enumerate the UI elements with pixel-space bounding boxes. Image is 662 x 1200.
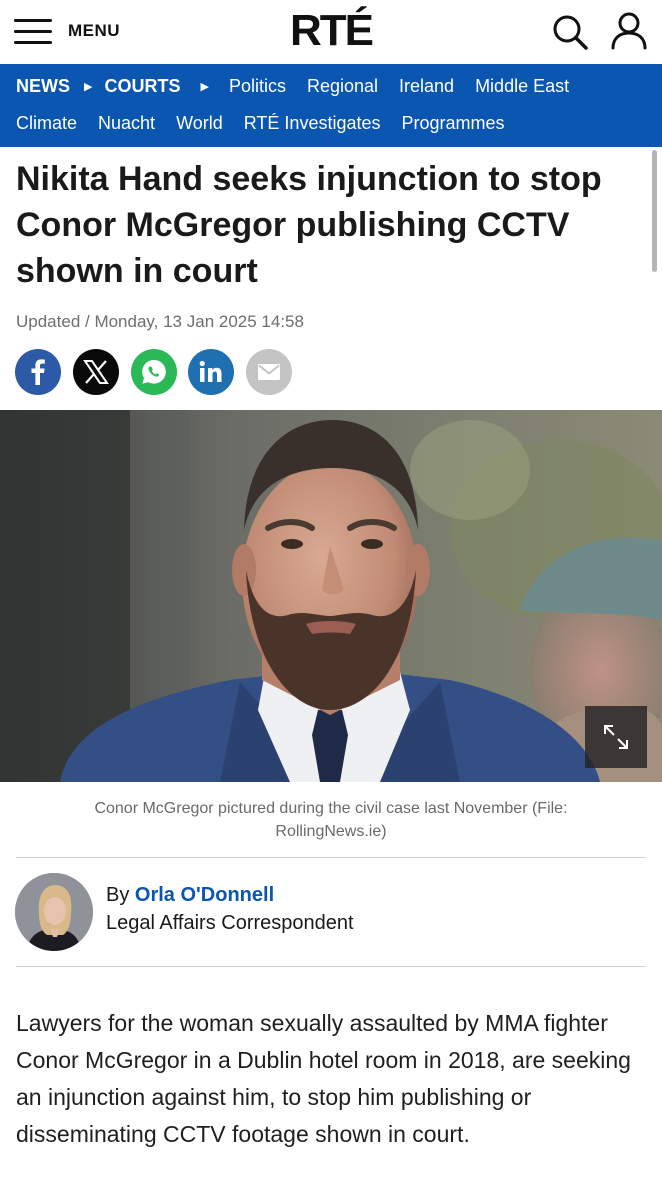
by-label: By [106, 884, 130, 906]
breadcrumb-arrow-icon: ▶ [200, 79, 209, 93]
divider [16, 857, 646, 858]
top-bar: MENU RTÉ [0, 0, 662, 64]
whatsapp-icon [142, 360, 166, 384]
nav-news[interactable]: NEWS [16, 76, 70, 97]
article-headline: Nikita Hand seeks injunction to stop Con… [16, 160, 602, 290]
nav-courts[interactable]: COURTS [104, 76, 180, 97]
divider [16, 966, 646, 967]
share-linkedin-button[interactable] [188, 349, 234, 395]
nav-world[interactable]: World [176, 113, 223, 134]
share-whatsapp-button[interactable] [131, 349, 177, 395]
nav-ireland[interactable]: Ireland [399, 76, 454, 97]
expand-icon [604, 725, 628, 749]
share-x-button[interactable] [73, 349, 119, 395]
nav-rte-investigates[interactable]: RTÉ Investigates [244, 113, 381, 134]
author-photo [15, 873, 93, 951]
author-avatar[interactable] [15, 873, 93, 951]
author-byline: By Orla O'Donnell [106, 884, 274, 907]
breadcrumb-arrow-icon: ▶ [84, 79, 93, 93]
share-facebook-button[interactable] [15, 349, 61, 395]
nav-nuacht[interactable]: Nuacht [98, 113, 155, 134]
expand-image-button[interactable] [585, 706, 647, 768]
search-icon[interactable] [550, 12, 590, 52]
user-icon[interactable] [610, 11, 648, 51]
article-hero-image[interactable] [0, 410, 662, 782]
menu-label: MENU [68, 21, 121, 40]
author-role: Legal Affairs Correspondent [106, 912, 354, 934]
nav-row-2: Climate Nuacht World RTÉ Investigates Pr… [16, 105, 526, 141]
article-timestamp: Updated / Monday, 13 Jan 2025 14:58 [16, 312, 304, 331]
nav-row-1: NEWS ▶ COURTS ▶ Politics Regional Irelan… [16, 68, 590, 104]
section-nav: NEWS ▶ COURTS ▶ Politics Regional Irelan… [0, 64, 662, 147]
x-icon [83, 360, 109, 384]
linkedin-icon [199, 360, 222, 382]
menu-button[interactable]: MENU [14, 14, 120, 48]
portrait-photo [0, 410, 662, 782]
image-caption: Conor McGregor pictured during the civil… [94, 800, 568, 840]
email-icon [258, 364, 280, 380]
nav-politics[interactable]: Politics [229, 76, 286, 97]
share-email-button[interactable] [246, 349, 292, 395]
nav-middle-east[interactable]: Middle East [475, 76, 569, 97]
nav-programmes[interactable]: Programmes [401, 113, 504, 134]
rte-logo[interactable]: RTÉ [290, 6, 374, 55]
page-scrollbar[interactable] [652, 150, 657, 272]
nav-regional[interactable]: Regional [307, 76, 378, 97]
hamburger-icon [14, 16, 52, 46]
facebook-icon [31, 359, 45, 385]
article-body-paragraph: Lawyers for the woman sexually assaulted… [16, 1010, 631, 1147]
nav-climate[interactable]: Climate [16, 113, 77, 134]
author-name-link[interactable]: Orla O'Donnell [135, 884, 274, 906]
